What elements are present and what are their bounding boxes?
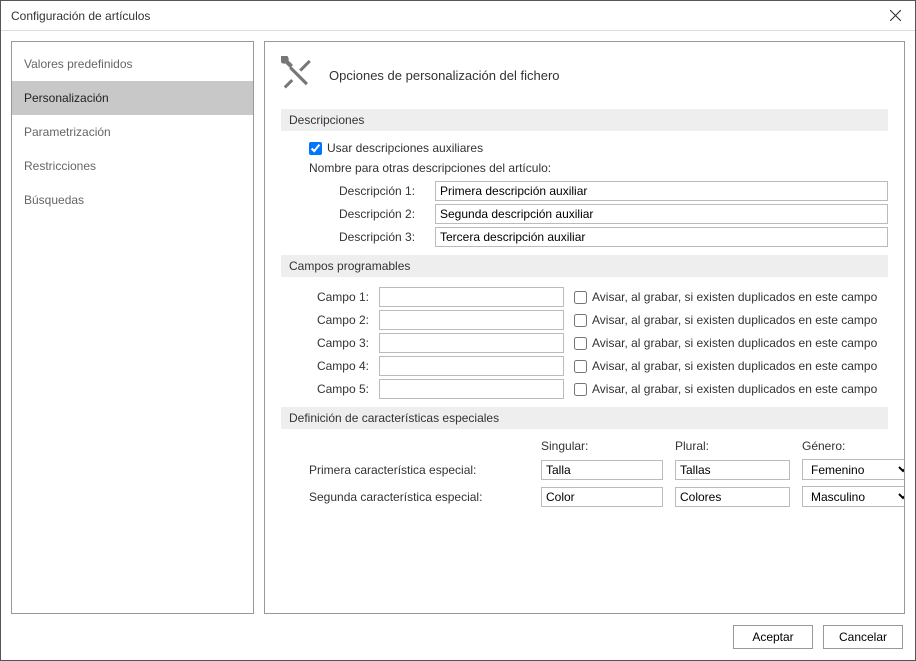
campo-5-label: Campo 5:: [309, 382, 369, 396]
sidebar-item-personalizacion[interactable]: Personalización: [12, 81, 253, 115]
spec-row1-genero-select[interactable]: Femenino Masculino: [802, 459, 905, 480]
campo-5-input[interactable]: [379, 379, 564, 399]
campo-4-input[interactable]: [379, 356, 564, 376]
usar-descripciones-checkbox[interactable]: [309, 142, 322, 155]
spec-row1-plural-input[interactable]: [675, 460, 790, 480]
section-campos-header: Campos programables: [281, 255, 888, 277]
panel-header: Opciones de personalización del fichero: [281, 56, 888, 95]
spec-row2-label: Segunda característica especial:: [309, 490, 529, 504]
section-especiales-header: Definición de características especiales: [281, 407, 888, 429]
cancel-button[interactable]: Cancelar: [823, 625, 903, 649]
campo-1-dup-row[interactable]: Avisar, al grabar, si existen duplicados…: [574, 290, 877, 304]
spec-plural-header: Plural:: [675, 439, 790, 453]
campo-2-dup-row[interactable]: Avisar, al grabar, si existen duplicados…: [574, 313, 877, 327]
descripcion-row-1: Descripción 1:: [339, 181, 888, 201]
dialog-window: Configuración de artículos Valores prede…: [0, 0, 916, 661]
campo-5-dup-row[interactable]: Avisar, al grabar, si existen duplicados…: [574, 382, 877, 396]
dialog-footer: Aceptar Cancelar: [1, 614, 915, 660]
sidebar-item-label: Personalización: [24, 91, 109, 105]
campo-5-dup-checkbox[interactable]: [574, 383, 587, 396]
campo-4-label: Campo 4:: [309, 359, 369, 373]
campo-row-3: Campo 3: Avisar, al grabar, si existen d…: [309, 333, 888, 353]
section-descripciones-body: Usar descripciones auxiliares Nombre par…: [281, 141, 888, 247]
campo-1-input[interactable]: [379, 287, 564, 307]
titlebar: Configuración de artículos: [1, 1, 915, 31]
usar-descripciones-checkbox-row[interactable]: Usar descripciones auxiliares: [309, 141, 888, 155]
section-especiales-body: Singular: Plural: Género: Primera caract…: [281, 439, 888, 507]
sidebar-item-label: Búsquedas: [24, 193, 84, 207]
sidebar-item-parametrizacion[interactable]: Parametrización: [12, 115, 253, 149]
sidebar-item-label: Valores predefinidos: [24, 57, 133, 71]
close-icon: [890, 10, 901, 21]
campo-1-label: Campo 1:: [309, 290, 369, 304]
main-panel: Opciones de personalización del fichero …: [264, 41, 905, 614]
campo-3-dup-row[interactable]: Avisar, al grabar, si existen duplicados…: [574, 336, 877, 350]
campo-3-input[interactable]: [379, 333, 564, 353]
descripcion-3-input[interactable]: [435, 227, 888, 247]
spec-row1-label: Primera característica especial:: [309, 463, 529, 477]
especiales-table: Singular: Plural: Género: Primera caract…: [309, 439, 888, 507]
sidebar-item-label: Restricciones: [24, 159, 96, 173]
descripcion-2-label: Descripción 2:: [339, 207, 425, 221]
sidebar-item-busquedas[interactable]: Búsquedas: [12, 183, 253, 217]
spec-row1-singular-input[interactable]: [541, 460, 663, 480]
descripcion-3-label: Descripción 3:: [339, 230, 425, 244]
campo-3-dup-label: Avisar, al grabar, si existen duplicados…: [592, 336, 877, 350]
campo-row-5: Campo 5: Avisar, al grabar, si existen d…: [309, 379, 888, 399]
usar-descripciones-label: Usar descripciones auxiliares: [327, 141, 483, 155]
spec-genero-header: Género:: [802, 439, 905, 453]
window-title: Configuración de artículos: [11, 9, 875, 23]
panel-title: Opciones de personalización del fichero: [329, 68, 560, 83]
campo-row-2: Campo 2: Avisar, al grabar, si existen d…: [309, 310, 888, 330]
descripcion-row-2: Descripción 2:: [339, 204, 888, 224]
campo-5-dup-label: Avisar, al grabar, si existen duplicados…: [592, 382, 877, 396]
campo-4-dup-checkbox[interactable]: [574, 360, 587, 373]
campo-1-dup-label: Avisar, al grabar, si existen duplicados…: [592, 290, 877, 304]
section-campos-body: Campo 1: Avisar, al grabar, si existen d…: [281, 287, 888, 399]
descripciones-subheading: Nombre para otras descripciones del artí…: [309, 161, 888, 175]
sidebar-item-valores-predefinidos[interactable]: Valores predefinidos: [12, 47, 253, 81]
descripcion-1-label: Descripción 1:: [339, 184, 425, 198]
campo-2-dup-label: Avisar, al grabar, si existen duplicados…: [592, 313, 877, 327]
sidebar: Valores predefinidos Personalización Par…: [11, 41, 254, 614]
sidebar-item-label: Parametrización: [24, 125, 111, 139]
spec-row2-plural-input[interactable]: [675, 487, 790, 507]
campo-2-dup-checkbox[interactable]: [574, 314, 587, 327]
spec-singular-header: Singular:: [541, 439, 663, 453]
campo-2-input[interactable]: [379, 310, 564, 330]
campo-4-dup-label: Avisar, al grabar, si existen duplicados…: [592, 359, 877, 373]
campo-row-4: Campo 4: Avisar, al grabar, si existen d…: [309, 356, 888, 376]
spec-row2-genero-select[interactable]: Femenino Masculino: [802, 486, 905, 507]
close-button[interactable]: [875, 1, 915, 31]
campo-3-dup-checkbox[interactable]: [574, 337, 587, 350]
sidebar-item-restricciones[interactable]: Restricciones: [12, 149, 253, 183]
descripcion-1-input[interactable]: [435, 181, 888, 201]
dialog-body: Valores predefinidos Personalización Par…: [1, 31, 915, 614]
section-descripciones-header: Descripciones: [281, 109, 888, 131]
campo-row-1: Campo 1: Avisar, al grabar, si existen d…: [309, 287, 888, 307]
accept-button[interactable]: Aceptar: [733, 625, 813, 649]
descripcion-2-input[interactable]: [435, 204, 888, 224]
wrench-screwdriver-icon: [281, 56, 317, 95]
campo-4-dup-row[interactable]: Avisar, al grabar, si existen duplicados…: [574, 359, 877, 373]
campo-2-label: Campo 2:: [309, 313, 369, 327]
descripcion-row-3: Descripción 3:: [339, 227, 888, 247]
campo-3-label: Campo 3:: [309, 336, 369, 350]
campo-1-dup-checkbox[interactable]: [574, 291, 587, 304]
spec-row2-singular-input[interactable]: [541, 487, 663, 507]
